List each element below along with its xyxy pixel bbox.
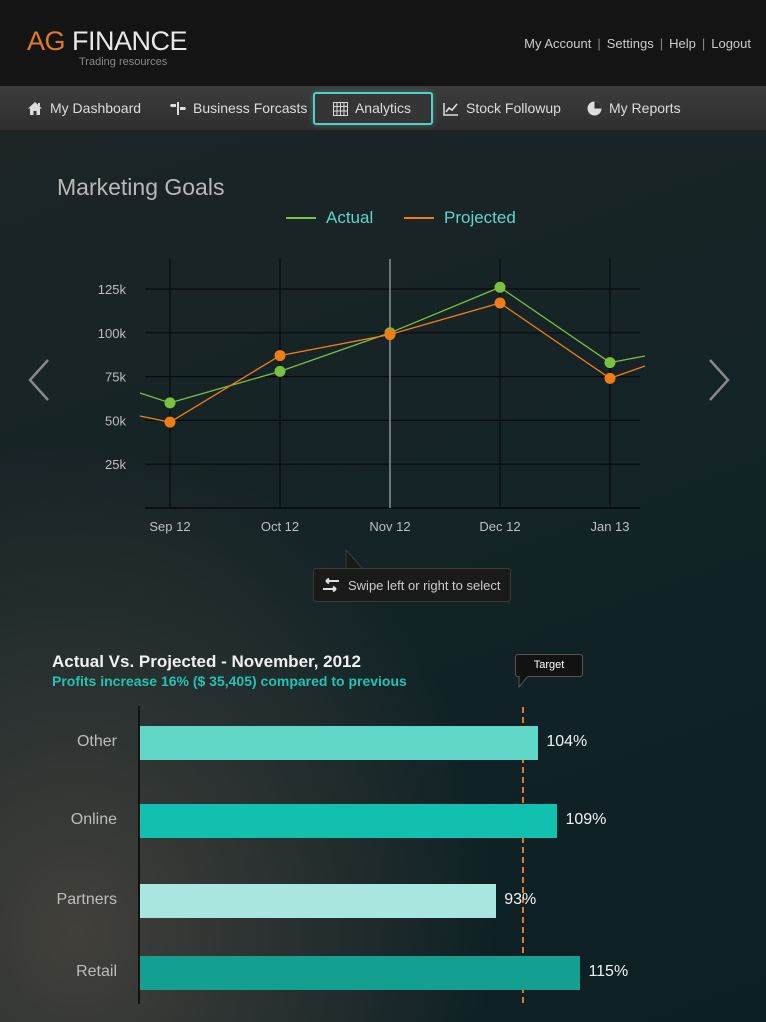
main-nav: My Dashboard Business Forcasts Analytics… (0, 86, 766, 131)
nav-stock-followup[interactable]: Stock Followup (443, 92, 561, 125)
y-tick-label: 75k (105, 370, 126, 385)
data-point-actual (164, 397, 176, 409)
tagline: Trading resources (79, 56, 168, 68)
line-chart-icon (443, 102, 458, 116)
nav-label: Stock Followup (466, 100, 561, 116)
bar-category-label: Retail (76, 963, 117, 980)
x-tick-label: Jan 13 (590, 519, 629, 534)
main-content: Marketing Goals Actual Projected 25k 50k 7… (0, 131, 766, 1022)
swipe-hint-text: Swipe left or right to select (348, 577, 501, 593)
link-separator: | (701, 36, 706, 51)
bar (140, 884, 497, 918)
settings-link[interactable]: Settings (607, 36, 654, 51)
x-tick-label: Nov 12 (369, 519, 410, 534)
signpost-icon (170, 102, 186, 115)
logo-ag: AG (27, 26, 66, 56)
x-tick-label: Sep 12 (149, 519, 190, 534)
nav-business-forcasts[interactable]: Business Forcasts (170, 92, 307, 125)
pie-chart-icon (587, 101, 602, 116)
swap-arrows-icon (323, 578, 339, 592)
logo-finance: FINANCE (72, 26, 188, 56)
home-icon (28, 102, 42, 115)
bar-value-label: 93% (504, 891, 537, 908)
nav-label: My Reports (609, 100, 681, 116)
marketing-goals-chart[interactable]: 25k 50k 75k 100k 125k Sep 12 Oct 12 Nov 12 Dec 1… (0, 131, 766, 551)
data-point-actual (604, 357, 616, 369)
nav-label: Business Forcasts (193, 100, 308, 116)
nav-analytics[interactable]: Analytics (313, 92, 433, 125)
bar-chart-subtitle: Profits increase 16% ($ 35,405) compared… (52, 673, 407, 689)
data-point-actual (274, 365, 286, 377)
app-logo[interactable]: AG FINANCE (27, 26, 188, 57)
bar (140, 726, 539, 760)
bar-row-other[interactable]: Other 104% (0, 726, 766, 760)
logout-link[interactable]: Logout (711, 36, 751, 51)
data-point-actual (494, 281, 506, 293)
series-line-projected (139, 302, 646, 423)
nav-my-reports[interactable]: My Reports (587, 92, 681, 125)
data-point-projected (384, 329, 396, 341)
y-tick-label: 50k (105, 413, 126, 428)
bar-category-label: Partners (56, 891, 117, 908)
nav-label: My Dashboard (50, 100, 142, 116)
series-line-actual (139, 286, 646, 404)
app-header: AG FINANCE Trading resources My Account |… (0, 0, 766, 86)
help-link[interactable]: Help (669, 36, 696, 51)
bar (140, 804, 558, 838)
bar-category-label: Other (76, 733, 117, 750)
x-tick-label: Dec 12 (479, 519, 520, 534)
nav-my-dashboard[interactable]: My Dashboard (27, 92, 141, 125)
bar-row-online[interactable]: Online 109% (0, 804, 766, 838)
link-separator: | (597, 36, 601, 51)
x-tick-label: Oct 12 (261, 519, 299, 534)
bar-value-label: 109% (565, 811, 607, 828)
bar-chart-title: Actual Vs. Projected - November, 2012 (52, 652, 361, 671)
my-account-link[interactable]: My Account (524, 36, 591, 51)
nav-label: Analytics (354, 100, 411, 116)
bar-row-retail[interactable]: Retail 115% (0, 956, 766, 990)
bar-row-partners[interactable]: Partners 93% (0, 884, 766, 918)
target-pointer (518, 676, 529, 688)
data-point-projected (274, 350, 286, 362)
grid-icon (333, 101, 348, 116)
bar-category-label: Online (70, 811, 117, 828)
bar (140, 956, 581, 990)
y-tick-label: 125k (98, 282, 127, 297)
data-point-projected (604, 372, 616, 384)
target-label: Target (515, 654, 583, 677)
link-separator: | (659, 36, 664, 51)
y-tick-label: 25k (105, 457, 126, 472)
data-point-projected (494, 297, 506, 309)
bar-value-label: 115% (588, 963, 629, 980)
bar-value-label: 104% (546, 733, 588, 750)
account-links: My Account | Settings | Help | Logout (524, 36, 751, 51)
y-tick-label: 100k (98, 326, 127, 341)
swipe-hint-tooltip: Swipe left or right to select (313, 568, 511, 602)
data-point-projected (164, 416, 176, 428)
